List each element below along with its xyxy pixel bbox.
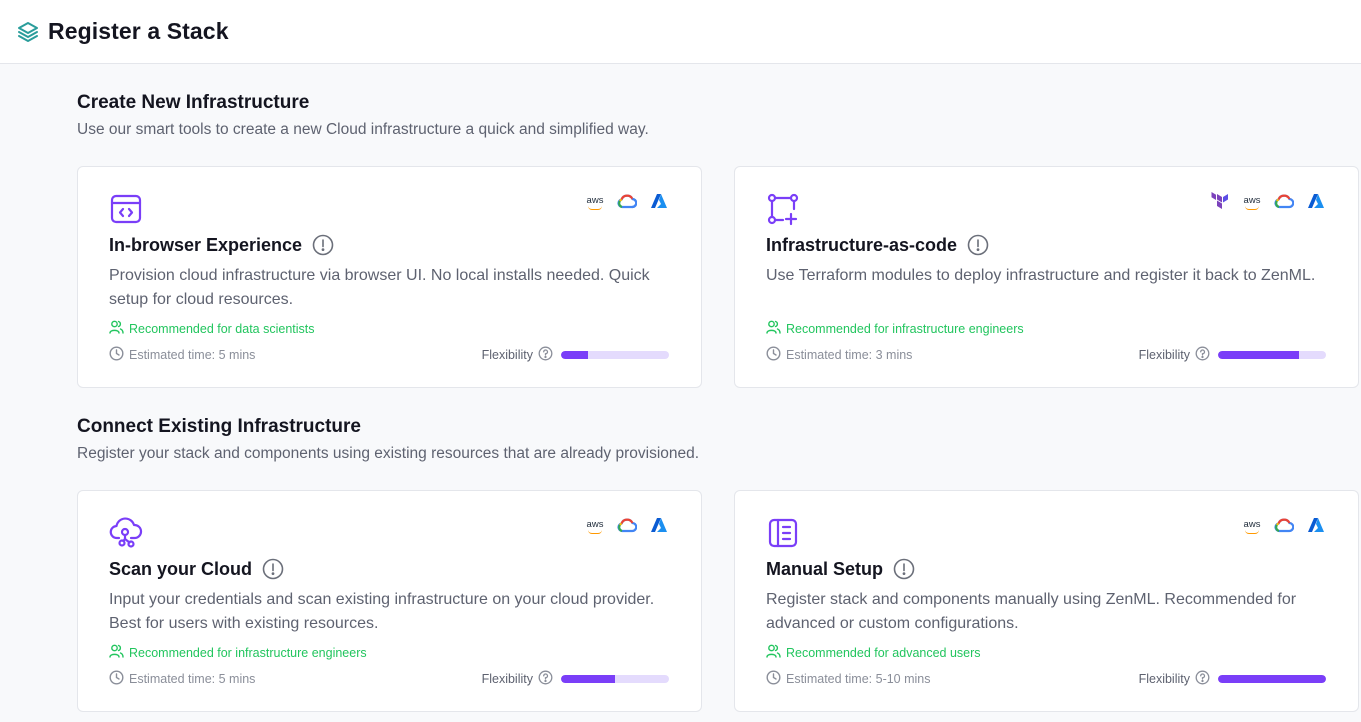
top-bar: Register a Stack bbox=[0, 0, 1361, 64]
info-icon[interactable] bbox=[893, 558, 915, 580]
aws-icon: aws bbox=[586, 195, 604, 210]
flexibility: Flexibility bbox=[1139, 670, 1326, 688]
clock-icon bbox=[109, 670, 124, 688]
flexibility-bar bbox=[1218, 351, 1326, 359]
help-icon[interactable] bbox=[1195, 670, 1210, 688]
card-description: Use Terraform modules to deploy infrastr… bbox=[766, 267, 1316, 284]
page-title: Register a Stack bbox=[48, 18, 229, 44]
recommendation-text: Recommended for advanced users bbox=[786, 645, 981, 660]
estimated-time: Estimated time: 5-10 mins bbox=[766, 670, 931, 688]
users-icon bbox=[109, 320, 124, 337]
estimated-time: Estimated time: 3 mins bbox=[766, 346, 912, 364]
flexibility: Flexibility bbox=[482, 670, 669, 688]
flexibility-bar-fill bbox=[561, 351, 588, 359]
users-icon bbox=[109, 644, 124, 661]
info-icon[interactable] bbox=[312, 234, 334, 256]
card-title: Manual Setup bbox=[766, 558, 884, 579]
aws-icon: aws bbox=[586, 519, 604, 534]
users-icon bbox=[766, 644, 781, 661]
flexibility-bar-fill bbox=[1218, 351, 1299, 359]
browser-code-icon bbox=[109, 192, 143, 226]
recommendation-text: Recommended for infrastructure engineers bbox=[129, 645, 367, 660]
recommendation-text: Recommended for infrastructure engineers bbox=[786, 321, 1024, 336]
flexibility-bar-fill bbox=[561, 675, 615, 683]
recommendation: Recommended for advanced users bbox=[766, 644, 981, 661]
clock-icon bbox=[766, 346, 781, 364]
info-icon[interactable] bbox=[262, 558, 284, 580]
stack-layers-icon bbox=[16, 20, 40, 44]
help-icon[interactable] bbox=[538, 346, 553, 364]
estimated-time: Estimated time: 5 mins bbox=[109, 346, 255, 364]
flexibility-bar bbox=[1218, 675, 1326, 683]
info-icon[interactable] bbox=[967, 234, 989, 256]
flexibility: Flexibility bbox=[482, 346, 669, 364]
help-icon[interactable] bbox=[538, 670, 553, 688]
card-description: Register stack and components manually u… bbox=[766, 591, 1297, 632]
azure-icon bbox=[1306, 515, 1326, 535]
recommendation: Recommended for data scientists bbox=[109, 320, 315, 337]
aws-icon: aws bbox=[1243, 519, 1261, 534]
flexibility: Flexibility bbox=[1139, 346, 1326, 364]
card-in-browser-experience[interactable]: aws In-browser Experience Provision clou… bbox=[77, 166, 702, 388]
help-icon[interactable] bbox=[1195, 346, 1210, 364]
section-title-connect: Connect Existing Infrastructure bbox=[77, 416, 361, 437]
estimated-time: Estimated time: 5 mins bbox=[109, 670, 255, 688]
recommendation-text: Recommended for data scientists bbox=[129, 321, 315, 336]
cloud-scan-icon bbox=[109, 516, 143, 550]
flexibility-bar bbox=[561, 351, 669, 359]
manual-list-icon bbox=[766, 516, 800, 550]
provider-icons: aws bbox=[585, 191, 669, 211]
section-subtitle-create: Use our smart tools to create a new Clou… bbox=[77, 121, 649, 138]
clock-icon bbox=[766, 670, 781, 688]
flexibility-label: Flexibility bbox=[481, 672, 533, 686]
section-subtitle-connect: Register your stack and components using… bbox=[77, 445, 700, 462]
gcp-icon bbox=[1274, 515, 1294, 535]
recommendation: Recommended for infrastructure engineers bbox=[109, 644, 367, 661]
users-icon bbox=[766, 320, 781, 337]
flexibility-bar-fill bbox=[1218, 675, 1326, 683]
provider-icons: aws bbox=[1210, 191, 1326, 211]
card-infrastructure-as-code[interactable]: aws Infrastructure-as-code Use Terraform… bbox=[734, 166, 1359, 388]
estimated-time-text: Estimated time: 3 mins bbox=[786, 348, 913, 362]
estimated-time-text: Estimated time: 5-10 mins bbox=[786, 672, 931, 686]
aws-icon: aws bbox=[1243, 195, 1261, 210]
card-title: Infrastructure-as-code bbox=[766, 234, 958, 255]
azure-icon bbox=[1306, 191, 1326, 211]
provider-icons: aws bbox=[1242, 515, 1326, 535]
estimated-time-text: Estimated time: 5 mins bbox=[129, 348, 256, 362]
gcp-icon bbox=[1274, 191, 1294, 211]
azure-icon bbox=[649, 191, 669, 211]
flexibility-label: Flexibility bbox=[1138, 672, 1190, 686]
card-description: Provision cloud infrastructure via brows… bbox=[109, 267, 650, 308]
estimated-time-text: Estimated time: 5 mins bbox=[129, 672, 256, 686]
card-description: Input your credentials and scan existing… bbox=[109, 591, 655, 632]
gcp-icon bbox=[617, 191, 637, 211]
gcp-icon bbox=[617, 515, 637, 535]
clock-icon bbox=[109, 346, 124, 364]
card-title: In-browser Experience bbox=[109, 234, 303, 255]
azure-icon bbox=[649, 515, 669, 535]
flexibility-label: Flexibility bbox=[481, 348, 533, 362]
card-manual-setup[interactable]: aws Manual Setup Register stack and comp… bbox=[734, 490, 1359, 712]
terraform-icon bbox=[1210, 191, 1230, 211]
provider-icons: aws bbox=[585, 515, 669, 535]
recommendation: Recommended for infrastructure engineers bbox=[766, 320, 1024, 337]
card-scan-your-cloud[interactable]: aws Scan your Cloud Input your credentia… bbox=[77, 490, 702, 712]
card-title: Scan your Cloud bbox=[109, 558, 253, 579]
flexibility-bar bbox=[561, 675, 669, 683]
section-title-create: Create New Infrastructure bbox=[77, 92, 310, 113]
nodes-plus-icon bbox=[766, 192, 800, 226]
flexibility-label: Flexibility bbox=[1138, 348, 1190, 362]
